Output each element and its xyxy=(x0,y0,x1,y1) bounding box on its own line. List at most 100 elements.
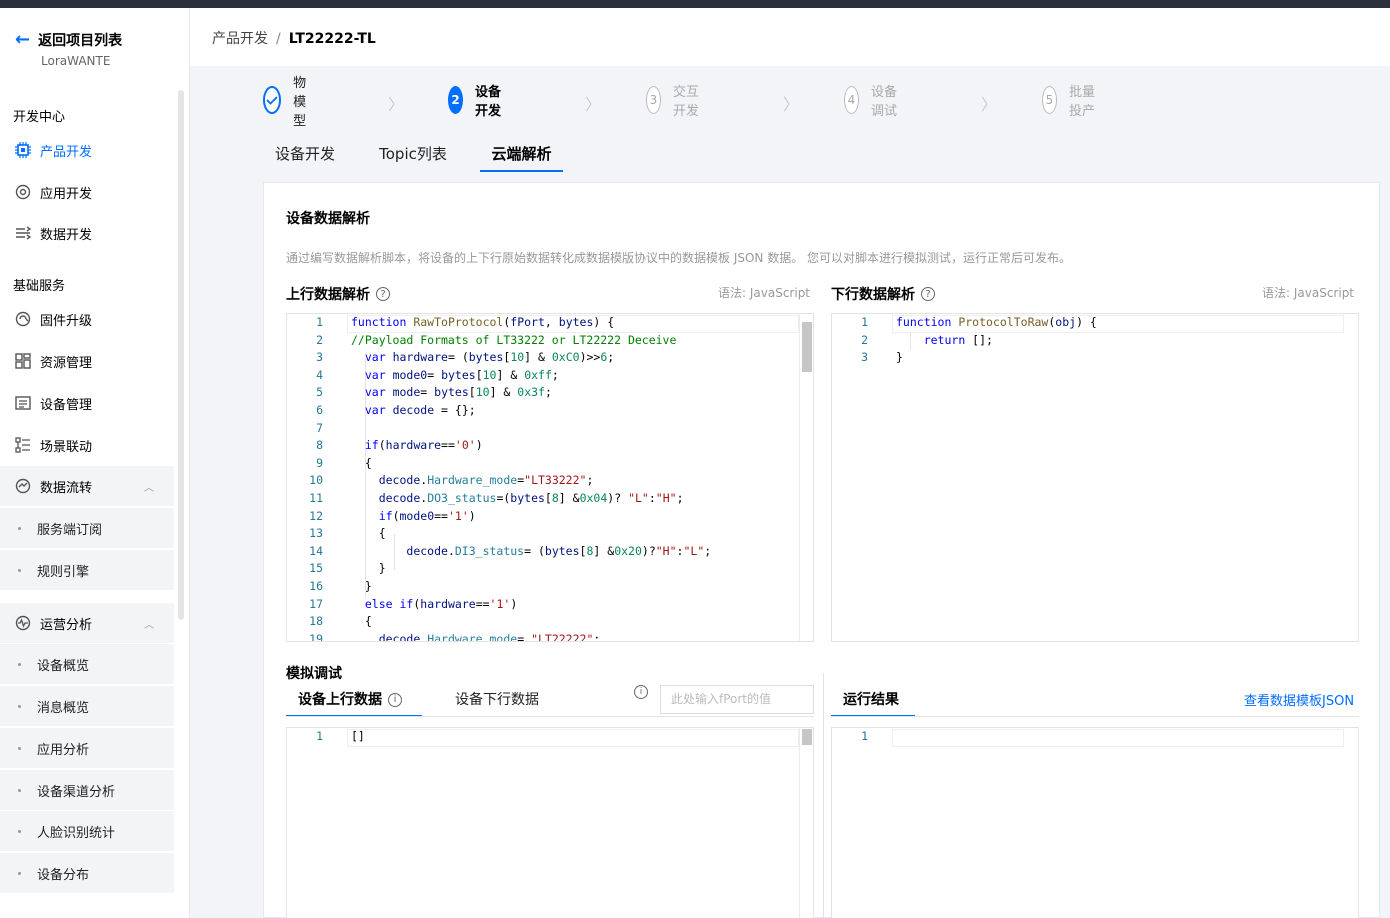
project-name: LoraWANTE xyxy=(41,54,111,68)
vertical-scrollbar[interactable] xyxy=(799,728,813,918)
divider xyxy=(831,716,1359,717)
sidebar-group-data-flow[interactable]: 数据流转 ︿ xyxy=(0,466,174,506)
sidebar-subitem[interactable]: 设备渠道分析 xyxy=(0,770,174,810)
help-icon[interactable]: ? xyxy=(376,287,390,301)
downlink-code[interactable]: function ProtocolToRaw(obj) { return [];… xyxy=(896,314,1344,641)
step-5[interactable]: 5 批量投产 xyxy=(1042,85,1095,119)
sidebar-subitem[interactable]: 应用分析 xyxy=(0,728,174,768)
chip-icon xyxy=(14,141,32,159)
bullet-dot xyxy=(18,526,21,530)
chevron-right-icon: 〉 xyxy=(783,95,800,114)
chevron-up-icon: ︿ xyxy=(144,619,154,631)
line-number-gutter: 1 xyxy=(287,728,331,918)
sidebar-item-app-dev[interactable]: 应用开发 xyxy=(0,172,174,212)
firmware-icon xyxy=(14,310,32,328)
fport-input[interactable]: 此处输入fPort的值 xyxy=(660,685,814,714)
bullet-dot xyxy=(18,871,21,875)
tab-uplink-data[interactable]: 设备上行数据 i xyxy=(286,685,422,717)
back-to-projects-link[interactable]: ← 返回项目列表 xyxy=(15,30,122,50)
simulation-title: 模拟调试 xyxy=(286,666,342,682)
breadcrumb-current: LT22222-TL xyxy=(288,31,376,47)
chevron-right-icon: 〉 xyxy=(585,95,602,114)
resource-icon xyxy=(14,352,32,370)
line-number: 2 xyxy=(861,332,868,347)
sidebar-subitem[interactable]: 人脸识别统计 xyxy=(0,811,174,851)
bullet-dot xyxy=(18,829,21,833)
simulation-input-editor[interactable]: 1 [] xyxy=(286,727,814,918)
line-number: 3 xyxy=(861,350,868,365)
line-number: 1 xyxy=(861,729,868,743)
run-result-editor[interactable]: 1 xyxy=(831,727,1359,918)
help-icon[interactable]: ? xyxy=(921,287,935,301)
parse-card: 设备数据解析 通过编写数据解析脚本，将设备的上下行原始数据转化成数据模版协议中的… xyxy=(263,182,1380,918)
line-number: 18 xyxy=(309,614,323,629)
sidebar-item-product-dev[interactable]: 产品开发 xyxy=(0,130,174,170)
sidebar-item-device-mgmt[interactable]: 设备管理 xyxy=(0,383,174,423)
uplink-code[interactable]: function RawToProtocol(fPort, bytes) { /… xyxy=(351,314,799,641)
breadcrumb: 产品开发 / LT22222-TL xyxy=(212,28,376,48)
divider xyxy=(823,673,824,918)
info-icon[interactable]: i xyxy=(388,693,402,707)
sidebar-scrollbar[interactable] xyxy=(178,90,184,620)
line-number: 12 xyxy=(309,508,323,523)
line-number: 9 xyxy=(316,455,323,470)
tab-cloud-parse[interactable]: 云端解析 xyxy=(480,140,563,172)
bullet-dot xyxy=(18,704,21,708)
sidebar-subitem[interactable]: 消息概览 xyxy=(0,686,174,726)
card-title: 设备数据解析 xyxy=(286,211,370,227)
chevron-right-icon: 〉 xyxy=(388,95,405,114)
line-number-gutter: 1 2 3 4 5 6 7 8 9 10 11 12 13 14 15 16 17 18 19 xyxy=(287,314,331,641)
tab-device-dev[interactable]: 设备开发 xyxy=(263,140,347,172)
chevron-up-icon: ︿ xyxy=(144,482,154,494)
sidebar-group-analysis[interactable]: 运营分析 ︿ xyxy=(0,603,174,643)
sidebar-item-data-dev[interactable]: 数据开发 xyxy=(0,213,174,253)
line-number: 6 xyxy=(316,403,323,417)
step-3[interactable]: 3 交互开发 xyxy=(646,85,699,119)
divider xyxy=(286,716,814,717)
line-number: 7 xyxy=(316,420,323,435)
uplink-code-editor[interactable]: 1 2 3 4 5 6 7 8 9 10 11 12 13 14 15 16 17 18 19 function R… xyxy=(286,313,814,642)
step-4[interactable]: 4 设备调试 xyxy=(844,85,897,119)
uplink-title: 上行数据解析 ? xyxy=(286,284,390,304)
line-number-gutter: 1 xyxy=(832,728,876,918)
section-title-basic: 基础服务 xyxy=(13,279,66,294)
step-1[interactable]: 物模型 xyxy=(263,76,316,129)
line-number: 1 xyxy=(316,729,323,743)
tab-downlink-data[interactable]: 设备下行数据 xyxy=(455,685,539,717)
step-2[interactable]: 2 设备开发 xyxy=(448,85,501,119)
chevron-right-icon: 〉 xyxy=(981,95,998,114)
line-number: 8 xyxy=(316,438,323,453)
downlink-title: 下行数据解析 ? xyxy=(831,284,935,304)
sidebar-item-resource[interactable]: 资源管理 xyxy=(0,341,174,381)
scrollbar-thumb[interactable] xyxy=(802,322,812,372)
scrollbar-thumb[interactable] xyxy=(802,729,812,745)
downlink-code-editor[interactable]: 1 2 3 function ProtocolToRaw(obj) { return… xyxy=(831,313,1359,642)
app-icon xyxy=(14,183,32,201)
line-number: 4 xyxy=(316,367,323,382)
back-label: 返回项目列表 xyxy=(38,33,123,49)
sidebar-subitem[interactable]: 设备分布 xyxy=(0,853,174,893)
tab-topic-list[interactable]: Topic列表 xyxy=(369,140,457,172)
tab-run-result[interactable]: 运行结果 xyxy=(831,685,915,717)
section-title-dev: 开发中心 xyxy=(13,110,66,125)
info-icon[interactable]: i xyxy=(634,685,648,699)
view-template-json-link[interactable]: 查看数据模板JSON xyxy=(1244,690,1354,709)
sidebar-item-scene[interactable]: 场景联动 xyxy=(0,425,174,465)
data-icon xyxy=(14,224,32,242)
sidebar-subitem[interactable]: 服务端订阅 xyxy=(0,508,174,548)
line-number: 5 xyxy=(316,385,323,400)
sidebar-subitem[interactable]: 设备概览 xyxy=(0,644,174,684)
line-number: 3 xyxy=(316,350,323,365)
line-number: 17 xyxy=(309,596,323,611)
vertical-scrollbar[interactable] xyxy=(799,314,813,641)
line-number: 15 xyxy=(309,561,323,576)
sidebar-subitem[interactable]: 规则引擎 xyxy=(0,550,174,590)
sidebar-item-firmware[interactable]: 固件升级 xyxy=(0,299,174,339)
line-number: 11 xyxy=(309,491,323,505)
sidebar: ← 返回项目列表 LoraWANTE 开发中心 产品开发 应用开发 数据开发 基… xyxy=(0,8,190,918)
simulation-input-code[interactable]: [] xyxy=(351,728,799,918)
breadcrumb-parent[interactable]: 产品开发 xyxy=(212,31,268,47)
step-number: 3 xyxy=(646,86,661,114)
analysis-icon xyxy=(14,614,32,632)
card-description: 通过编写数据解析脚本，将设备的上下行原始数据转化成数据模版协议中的数据模板 JS… xyxy=(286,251,1072,265)
